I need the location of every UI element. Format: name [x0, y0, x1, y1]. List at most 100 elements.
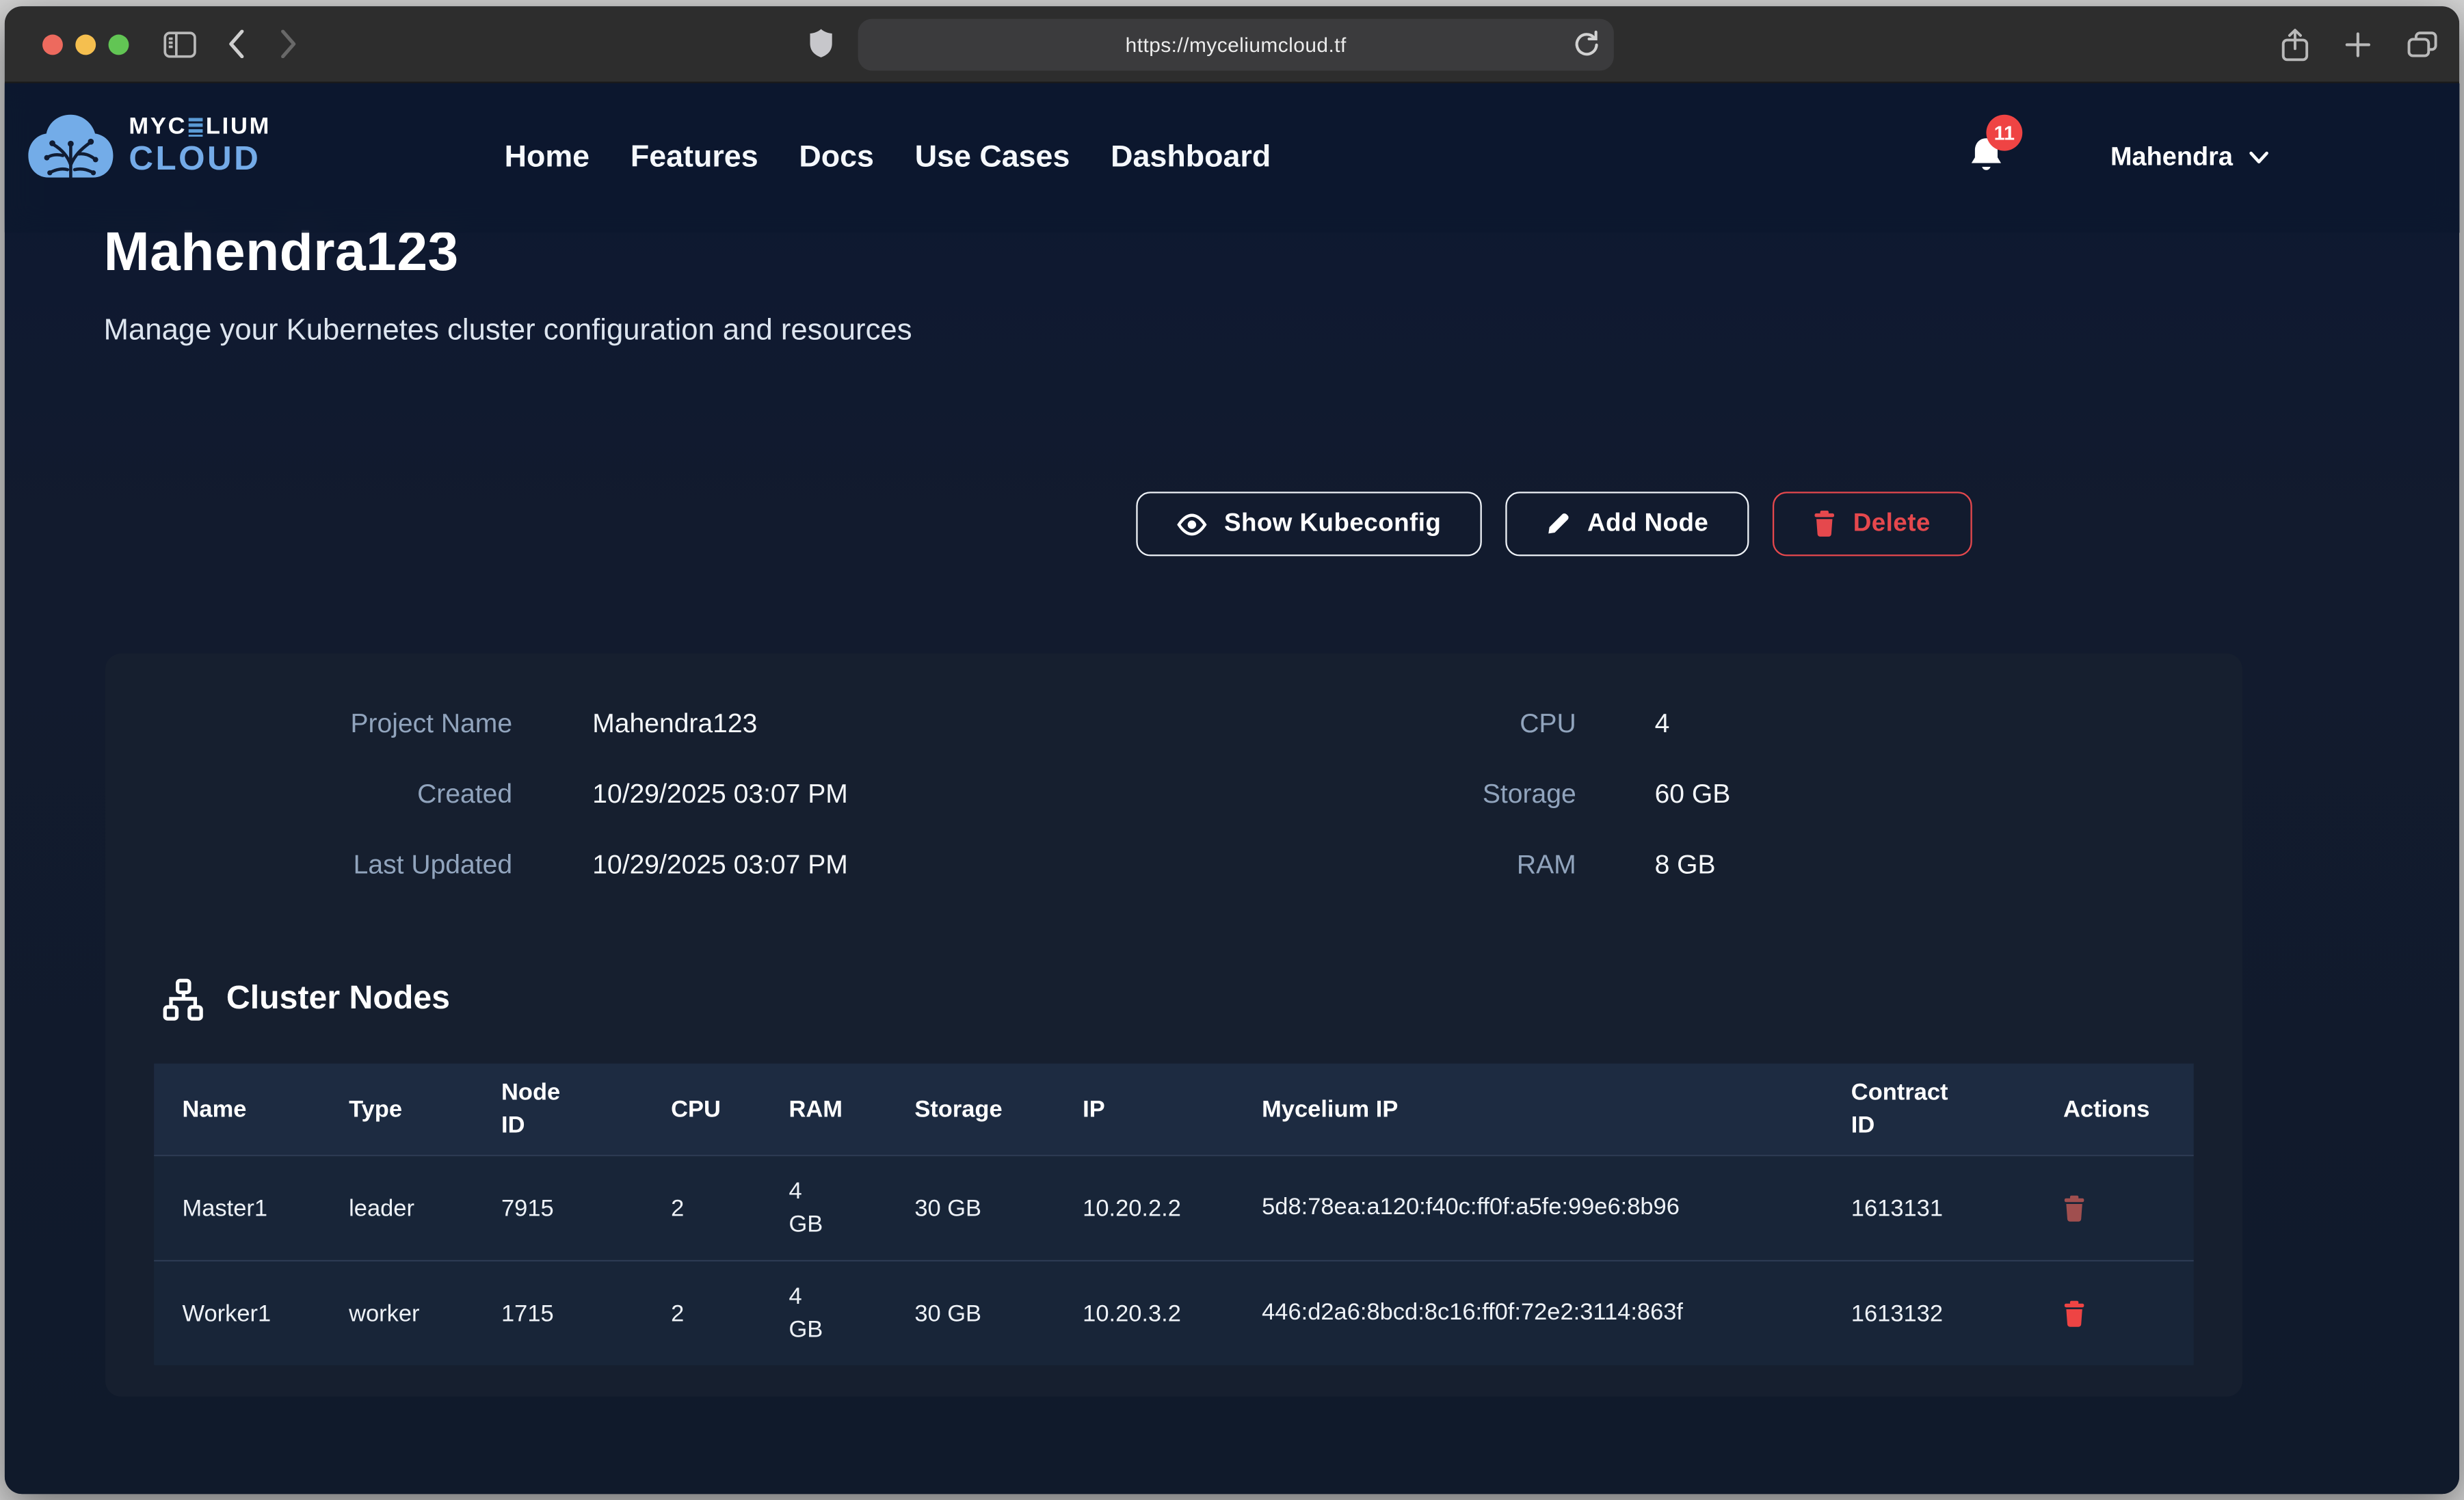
cluster-details-card: Project Name Mahendra123 Created 10/29/2…: [105, 654, 2242, 1397]
info-value: 60 GB: [1655, 776, 1731, 814]
cell-type: worker: [321, 1300, 473, 1326]
trash-icon: [1814, 511, 1836, 537]
page-content: Mahendra123: [5, 83, 2459, 1494]
cell-type: leader: [321, 1194, 473, 1221]
cell-ip: 10.20.3.2: [1055, 1300, 1234, 1326]
site-logo[interactable]: MYCLIUM CLOUD: [27, 111, 271, 180]
zoom-window-button[interactable]: [109, 34, 129, 54]
cell-node-id: 1715: [473, 1300, 643, 1326]
info-label: Created: [105, 776, 512, 814]
mycelium-cloud-logo-icon: [27, 111, 115, 180]
nav-item-home[interactable]: Home: [505, 140, 590, 176]
cell-mycelium-ip: 5d8:78ea:a120:f40c:ff0f:a5fe:99e6:8b96: [1234, 1188, 1823, 1229]
privacy-shield-icon[interactable]: [809, 28, 832, 58]
hierarchy-icon: [162, 978, 204, 1020]
pencil-icon: [1546, 512, 1569, 535]
trash-icon: [2063, 1300, 2085, 1326]
browser-window: https://myceliumcloud.tf: [5, 6, 2459, 1494]
cell-name: Master1: [154, 1194, 321, 1221]
cluster-actions: Show Kubeconfig Add Node: [1136, 492, 1971, 556]
col-ip: IP: [1055, 1096, 1234, 1123]
minimize-window-button[interactable]: [75, 34, 96, 54]
chevron-down-icon: [2249, 151, 2269, 165]
cell-storage: 30 GB: [886, 1194, 1055, 1221]
info-value: Mahendra123: [592, 706, 848, 743]
col-storage: Storage: [886, 1096, 1055, 1123]
site-header: MYCLIUM CLOUD Home Features Docs Use Cas…: [5, 83, 2459, 232]
project-info-left: Project Name Mahendra123 Created 10/29/2…: [105, 706, 848, 885]
delete-node-button[interactable]: [2063, 1194, 2085, 1221]
share-icon[interactable]: [2281, 27, 2308, 60]
cell-contract-id: 1613131: [1823, 1194, 2035, 1221]
info-value: 10/29/2025 03:07 PM: [592, 847, 848, 885]
nav-item-docs[interactable]: Docs: [799, 140, 874, 176]
cell-name: Worker1: [154, 1300, 321, 1326]
logo-text: MYCLIUM CLOUD: [129, 115, 271, 177]
back-icon[interactable]: [228, 30, 245, 58]
logo-line1: MYCLIUM: [129, 115, 271, 138]
col-actions: Actions: [2035, 1096, 2194, 1123]
main-nav: Home Features Docs Use Cases Dashboard: [505, 83, 1271, 232]
logo-line2: CLOUD: [129, 144, 271, 177]
forward-icon[interactable]: [280, 30, 297, 58]
url-text: https://myceliumcloud.tf: [1126, 32, 1347, 55]
col-node-id: Node ID: [473, 1076, 643, 1142]
cluster-nodes-header: Cluster Nodes: [162, 976, 450, 1023]
info-label: Project Name: [105, 706, 512, 743]
info-label: RAM: [1104, 847, 1576, 885]
close-window-button[interactable]: [42, 34, 63, 54]
screenshot-stage: https://myceliumcloud.tf: [0, 0, 2464, 1500]
cell-cpu: 2: [643, 1194, 760, 1221]
cell-ram: 4 GB: [760, 1175, 886, 1242]
cell-ip: 10.20.2.2: [1055, 1194, 1234, 1221]
cluster-nodes-title: Cluster Nodes: [226, 980, 450, 1018]
window-controls: [42, 34, 129, 54]
info-label: Last Updated: [105, 847, 512, 885]
table-row-worker1: Worker1 worker 1715 2 4 GB 30 GB 10.20.3…: [154, 1260, 2194, 1365]
browser-toolbar: https://myceliumcloud.tf: [5, 6, 2459, 83]
sidebar-toggle-icon[interactable]: [163, 31, 196, 57]
info-value: 4: [1655, 706, 1731, 743]
col-name: Name: [154, 1096, 321, 1123]
col-mycelium-ip: Mycelium IP: [1234, 1096, 1823, 1123]
nav-item-features[interactable]: Features: [631, 140, 758, 176]
delete-cluster-button[interactable]: Delete: [1773, 492, 1972, 556]
nav-item-dashboard[interactable]: Dashboard: [1111, 140, 1271, 176]
cell-mycelium-ip: 446:d2a6:8bcd:8c16:ff0f:72e2:3114:863f: [1234, 1293, 1823, 1334]
new-tab-icon[interactable]: [2344, 31, 2371, 57]
toolbar-right-icons: [2281, 6, 2437, 81]
eye-icon: [1177, 513, 1207, 535]
user-name: Mahendra: [2110, 143, 2233, 173]
user-menu[interactable]: Mahendra: [2110, 83, 2269, 232]
info-label: CPU: [1104, 706, 1576, 743]
cell-ram: 4 GB: [760, 1281, 886, 1347]
cell-actions: [2035, 1300, 2194, 1326]
add-node-button[interactable]: Add Node: [1506, 492, 1750, 556]
project-info-right: CPU 4 Storage 60 GB RAM 8 GB: [1104, 706, 1730, 885]
info-value: 8 GB: [1655, 847, 1731, 885]
col-cpu: CPU: [643, 1096, 760, 1123]
cell-contract-id: 1613132: [1823, 1300, 2035, 1326]
notifications-button[interactable]: 11: [1969, 137, 2006, 178]
notification-badge: 11: [1986, 115, 2022, 151]
tab-overview-icon[interactable]: [2407, 31, 2437, 57]
cell-actions: [2035, 1194, 2194, 1221]
cell-storage: 30 GB: [886, 1300, 1055, 1326]
cell-node-id: 7915: [473, 1194, 643, 1221]
logo-e-bars-icon: [189, 118, 204, 137]
col-type: Type: [321, 1096, 473, 1123]
nav-item-use-cases[interactable]: Use Cases: [915, 140, 1070, 176]
col-ram: RAM: [760, 1096, 886, 1123]
nodes-table: Name Type Node ID CPU RAM Storage IP Myc…: [154, 1064, 2194, 1365]
cell-cpu: 2: [643, 1300, 760, 1326]
show-kubeconfig-button[interactable]: Show Kubeconfig: [1136, 492, 1482, 556]
info-value: 10/29/2025 03:07 PM: [592, 776, 848, 814]
trash-icon: [2063, 1194, 2085, 1221]
table-row-master1: Master1 leader 7915 2 4 GB 30 GB 10.20.2…: [154, 1155, 2194, 1260]
col-contract-id: Contract ID: [1823, 1076, 2035, 1142]
delete-node-button[interactable]: [2063, 1300, 2085, 1326]
info-label: Storage: [1104, 776, 1576, 814]
page-subtitle: Manage your Kubernetes cluster configura…: [104, 314, 912, 349]
address-bar[interactable]: https://myceliumcloud.tf: [858, 18, 1614, 70]
reload-icon[interactable]: [1573, 29, 1600, 59]
